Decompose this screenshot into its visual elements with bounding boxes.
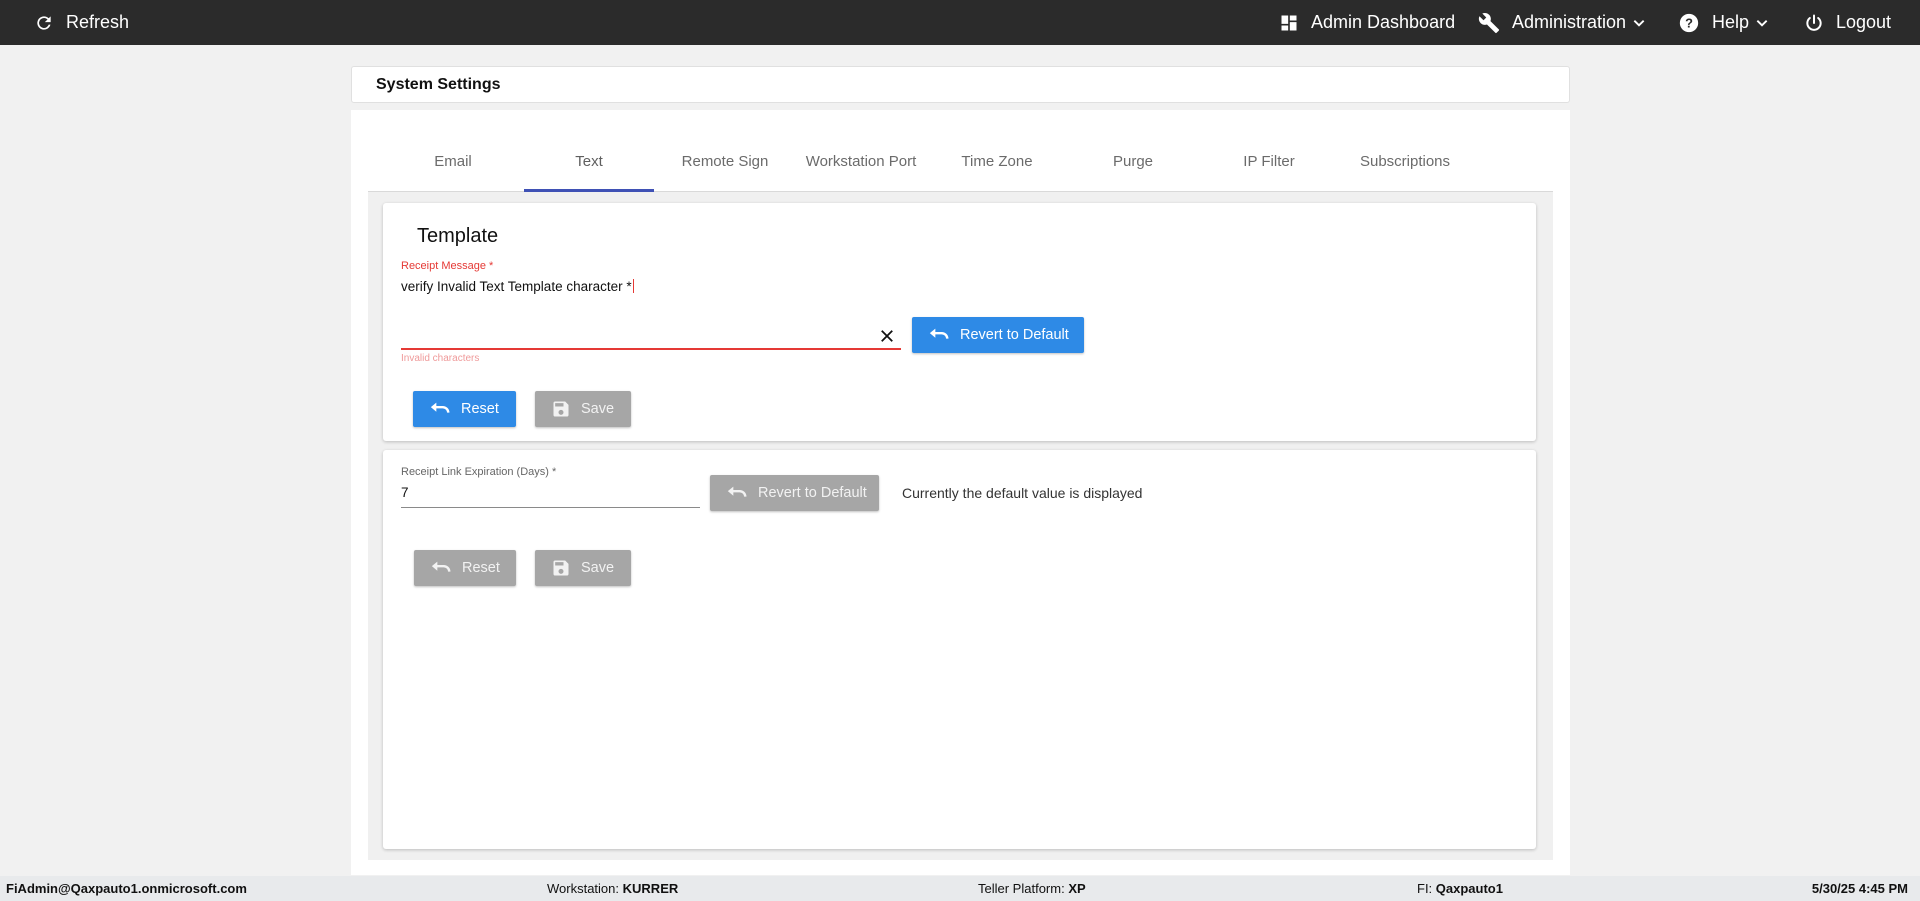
chevron-down-icon <box>1755 16 1769 30</box>
expiration-panel: Receipt Link Expiration (Days) * 7 Rever… <box>383 450 1536 849</box>
clear-input-button[interactable] <box>878 327 896 345</box>
undo-icon <box>710 485 748 501</box>
help-menu[interactable]: ? Help <box>1678 0 1769 45</box>
footer-fi: FI: Qaxpauto1 <box>1417 881 1503 896</box>
save-icon <box>535 399 571 419</box>
undo-icon <box>414 560 452 576</box>
undo-icon <box>413 401 451 417</box>
help-label: Help <box>1712 12 1750 32</box>
expiration-input[interactable]: 7 <box>401 485 699 505</box>
svg-text:?: ? <box>1685 15 1693 30</box>
chevron-down-icon <box>1632 16 1646 30</box>
text-settings-content: Template Receipt Message * verify Invali… <box>368 192 1553 860</box>
footer-user: FiAdmin@Qaxpauto1.onmicrosoft.com <box>6 881 247 896</box>
revert-to-default-button[interactable]: Revert to Default <box>912 317 1084 353</box>
revert-to-default-button[interactable]: Revert to Default <box>710 475 879 511</box>
save-label: Save <box>581 560 615 576</box>
refresh-label: Refresh <box>66 12 130 32</box>
undo-icon <box>912 327 950 343</box>
default-value-note: Currently the default value is displayed <box>902 485 1143 501</box>
template-title: Template <box>417 225 499 247</box>
tab-remote-sign[interactable]: Remote Sign <box>660 130 790 192</box>
reset-label: Reset <box>461 401 499 417</box>
receipt-message-value: verify Invalid Text Template character * <box>401 279 632 294</box>
logout-button[interactable]: Logout <box>1804 0 1891 45</box>
receipt-message-input[interactable]: verify Invalid Text Template character * <box>401 279 634 294</box>
logout-label: Logout <box>1836 12 1892 32</box>
tab-text[interactable]: Text <box>524 130 654 192</box>
tab-email[interactable]: Email <box>388 130 518 192</box>
page-title: System Settings <box>376 76 501 93</box>
refresh-icon <box>34 13 54 33</box>
tab-subscriptions[interactable]: Subscriptions <box>1340 130 1470 192</box>
text-caret <box>632 279 634 293</box>
top-nav-bar: Refresh Admin Dashboard Administration ?… <box>0 0 1920 45</box>
refresh-button[interactable]: Refresh <box>34 0 129 45</box>
receipt-message-underline <box>401 348 901 350</box>
footer-teller-platform: Teller Platform: XP <box>978 881 1086 896</box>
admin-dashboard-link[interactable]: Admin Dashboard <box>1279 0 1455 45</box>
save-icon <box>535 558 571 578</box>
revert-label: Revert to Default <box>758 485 867 501</box>
reset-button[interactable]: Reset <box>413 391 516 427</box>
template-panel: Template Receipt Message * verify Invali… <box>383 203 1536 441</box>
reset-label: Reset <box>462 560 500 576</box>
help-icon: ? <box>1678 12 1700 34</box>
tab-ip-filter[interactable]: IP Filter <box>1204 130 1334 192</box>
administration-menu[interactable]: Administration <box>1478 0 1646 45</box>
receipt-message-error: Invalid characters <box>401 353 480 364</box>
revert-label: Revert to Default <box>960 327 1069 343</box>
settings-card: Email Text Remote Sign Workstation Port … <box>351 110 1570 875</box>
tab-purge[interactable]: Purge <box>1068 130 1198 192</box>
save-button[interactable]: Save <box>535 550 631 586</box>
receipt-message-label: Receipt Message * <box>401 260 494 272</box>
status-footer: FiAdmin@Qaxpauto1.onmicrosoft.com Workst… <box>0 876 1920 901</box>
expiration-underline <box>401 507 700 508</box>
footer-datetime: 5/30/25 4:45 PM <box>1811 881 1908 896</box>
footer-workstation: Workstation: KURRER <box>547 881 679 896</box>
tab-time-zone[interactable]: Time Zone <box>932 130 1062 192</box>
tab-workstation-port[interactable]: Workstation Port <box>796 130 926 192</box>
admin-dashboard-label: Admin Dashboard <box>1311 12 1456 32</box>
close-icon <box>878 330 896 349</box>
expiration-label: Receipt Link Expiration (Days) * <box>401 466 557 478</box>
page-header: System Settings <box>351 66 1570 103</box>
save-button[interactable]: Save <box>535 391 631 427</box>
dashboard-icon <box>1279 13 1299 33</box>
wrench-icon <box>1478 12 1500 34</box>
administration-label: Administration <box>1512 12 1627 32</box>
settings-tabs: Email Text Remote Sign Workstation Port … <box>368 130 1553 192</box>
power-icon <box>1804 13 1824 33</box>
save-label: Save <box>581 401 615 417</box>
reset-button[interactable]: Reset <box>414 550 516 586</box>
